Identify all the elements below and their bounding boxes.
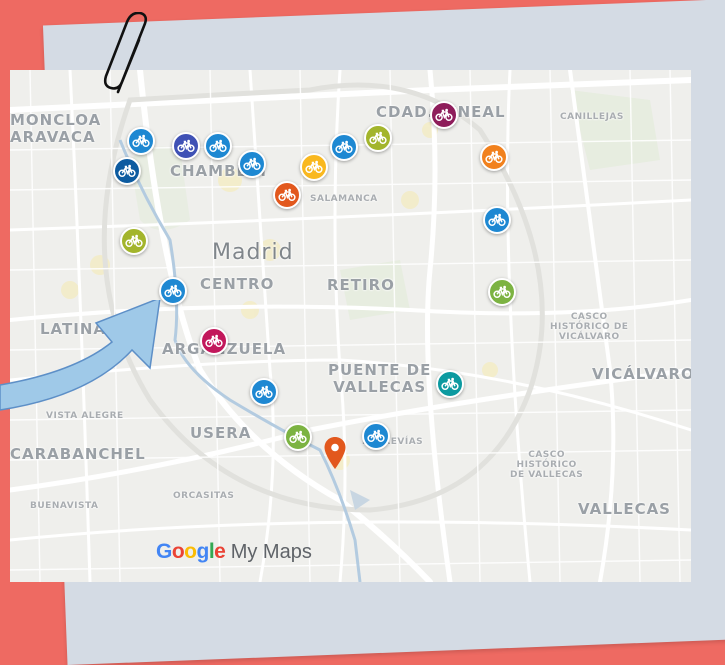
district-label-salamanca: SALAMANCA [310,194,378,204]
bike-station-marker[interactable] [120,227,148,255]
bike-station-marker[interactable] [436,370,464,398]
bike-station-marker[interactable] [300,153,328,181]
bicycle-icon [305,160,323,173]
bike-station-marker[interactable] [273,181,301,209]
bike-station-marker[interactable] [127,127,155,155]
logo-letter: e [214,540,226,563]
district-label-centro: CENTRO [200,275,275,293]
paperclip-icon [103,12,148,94]
logo-suffix: My Maps [230,541,312,563]
district-label-casco-vicalvaro: CASCO HISTÓRICO DE VICÁLVARO [550,312,629,342]
bike-station-marker[interactable] [284,423,312,451]
google-my-maps-logo: Google My Maps [156,540,312,564]
district-label-buenavista: BUENAVISTA [30,501,99,511]
bicycle-icon [209,139,227,152]
bicycle-icon [164,284,182,297]
district-label-vallecas: VALLECAS [578,500,671,518]
district-label-puente-vallecas: PUENTE DE VALLECAS [328,361,432,396]
bicycle-icon [485,150,503,163]
logo-letter: o [171,540,185,563]
bike-station-marker[interactable] [330,133,358,161]
bike-station-marker[interactable] [200,327,228,355]
arrow-icon [0,300,161,411]
city-label-madrid: Madrid [212,240,294,265]
district-label-canillejas: CANILLEJAS [560,112,624,122]
map-pin-icon[interactable] [323,436,347,470]
bike-station-marker[interactable] [250,378,278,406]
bicycle-icon [289,430,307,443]
bike-station-marker[interactable] [362,422,390,450]
bicycle-icon [118,164,136,177]
bicycle-icon [488,213,506,226]
bike-station-marker[interactable] [488,278,516,306]
bike-station-marker[interactable] [480,143,508,171]
bike-station-marker[interactable] [204,132,232,160]
district-label-moncloa: MONCLOA ARAVACA [10,111,102,146]
bicycle-icon [132,134,150,147]
bicycle-icon [335,140,353,153]
bicycle-icon [255,385,273,398]
logo-letter: o [184,540,197,563]
district-label-casco-vallecas: CASCO HISTÓRICO DE VALLECAS [510,450,584,480]
bike-station-marker[interactable] [430,101,458,129]
logo-letter: g [196,540,210,563]
bicycle-icon [441,377,459,390]
bicycle-icon [243,157,261,170]
bike-station-marker[interactable] [483,206,511,234]
bike-station-marker[interactable] [172,132,200,160]
district-label-vicalvaro: VICÁLVARO [592,365,691,383]
bicycle-icon [205,334,223,347]
bicycle-icon [125,234,143,247]
bike-station-marker[interactable] [113,157,141,185]
district-label-retiro: RETIRO [327,276,395,294]
bicycle-icon [367,429,385,442]
bicycle-icon [435,108,453,121]
bicycle-icon [177,139,195,152]
logo-letter: G [156,540,172,563]
bicycle-icon [369,131,387,144]
bike-station-marker[interactable] [238,150,266,178]
bike-station-marker[interactable] [364,124,392,152]
bicycle-icon [278,188,296,201]
bicycle-icon [493,285,511,298]
district-label-orcasitas: ORCASITAS [173,491,235,501]
